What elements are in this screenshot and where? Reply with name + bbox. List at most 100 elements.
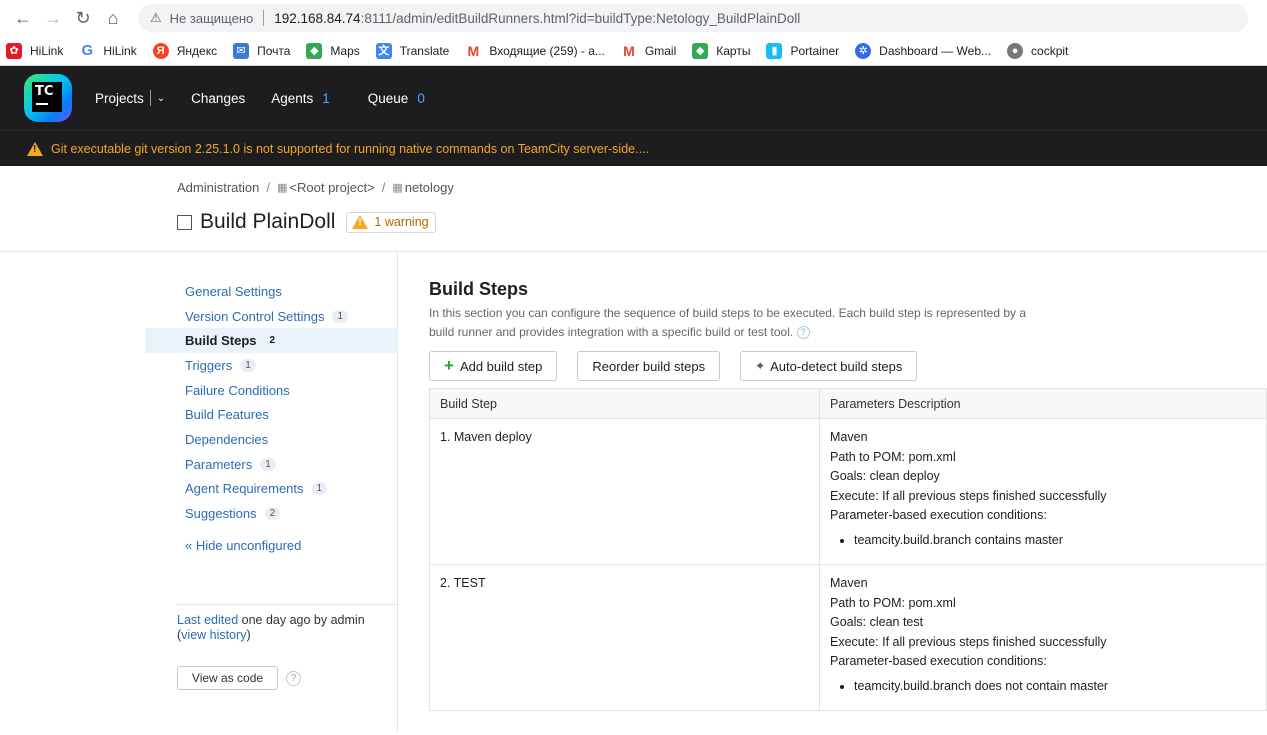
forward-arrow-icon[interactable]: → — [38, 3, 68, 33]
reorder-build-steps-button[interactable]: Reorder build steps — [577, 351, 721, 381]
home-icon[interactable]: ⌂ — [98, 3, 128, 33]
sidebar-item-failure-conditions[interactable]: Failure Conditions — [0, 378, 397, 403]
page-header: Administration / ▦ <Root project> / ▦ ne… — [0, 166, 1267, 252]
server-warning-text: Git executable git version 2.25.1.0 is n… — [51, 141, 649, 156]
huawei-icon: ✿ — [6, 42, 22, 59]
last-edited-text: one day ago by admin — [238, 613, 365, 627]
warning-icon — [27, 141, 43, 156]
build-step-name[interactable]: 2. TEST — [429, 564, 820, 711]
server-warning-banner[interactable]: Git executable git version 2.25.1.0 is n… — [0, 130, 1267, 166]
view-history-link[interactable]: view history — [181, 628, 246, 642]
bookmark-item[interactable]: M Gmail — [620, 42, 676, 59]
nav-projects[interactable]: Projects ⌄ — [95, 90, 165, 106]
parameters-description[interactable]: Maven Path to POM: pom.xml Goals: clean … — [819, 564, 1267, 711]
column-header-build-step: Build Step — [429, 388, 820, 419]
sidebar-item-dependencies[interactable]: Dependencies — [0, 427, 397, 452]
table-header-row: Build Step Parameters Description — [429, 388, 1267, 419]
breadcrumb-administration[interactable]: Administration — [177, 180, 259, 195]
breadcrumb-netology[interactable]: netology — [405, 180, 454, 195]
yandex-icon: Я — [152, 42, 169, 59]
main-content: Build Steps In this section you can conf… — [398, 252, 1267, 732]
sidebar-item-general-settings[interactable]: General Settings — [0, 279, 397, 304]
table-row[interactable]: 1. Maven deploy Maven Path to POM: pom.x… — [429, 418, 1267, 565]
bookmark-item[interactable]: ◆ Карты — [692, 42, 750, 59]
sidebar-item-count: 1 — [240, 358, 256, 372]
browser-toolbar: ← → ↻ ⌂ ⚠ Не защищено 192.168.84.74 :811… — [0, 0, 1267, 36]
bookmark-item[interactable]: ● cockpit — [1007, 42, 1068, 59]
main-nav: Projects ⌄ Changes Agents 1 Queue 0 — [95, 90, 451, 106]
bookmark-item[interactable]: M Входящие (259) - a... — [465, 42, 605, 59]
table-row[interactable]: 2. TEST Maven Path to POM: pom.xml Goals… — [429, 564, 1267, 711]
settings-sidebar: General Settings Version Control Setting… — [0, 252, 398, 732]
execution-condition: teamcity.build.branch contains master — [854, 531, 1256, 550]
dashboard-icon: ✲ — [855, 42, 872, 59]
agents-count: 1 — [322, 90, 330, 106]
auto-detect-build-steps-button[interactable]: ✦ Auto-detect build steps — [740, 351, 918, 381]
project-grid-icon: ▦ — [392, 182, 402, 194]
hide-unconfigured-link[interactable]: « Hide unconfigured — [0, 534, 397, 558]
parameters-description[interactable]: Maven Path to POM: pom.xml Goals: clean … — [819, 418, 1267, 565]
nav-agents[interactable]: Agents 1 — [271, 91, 330, 106]
last-edited-link[interactable]: Last edited — [177, 613, 238, 627]
sidebar-item-count: 1 — [260, 457, 276, 471]
help-icon[interactable]: ? — [286, 670, 301, 686]
build-steps-actions: + Add build step Reorder build steps ✦ Aut… — [429, 351, 937, 381]
bookmark-item[interactable]: ✿ HiLink — [6, 42, 63, 59]
sidebar-item-build-features[interactable]: Build Features — [0, 402, 397, 427]
queue-count: 0 — [417, 90, 425, 106]
maps-icon: ◆ — [692, 42, 709, 59]
address-bar[interactable]: ⚠ Не защищено 192.168.84.74 :8111/admin/… — [138, 4, 1248, 32]
add-build-step-button[interactable]: + Add build step — [429, 351, 558, 381]
teamcity-header: TC Projects ⌄ Changes Agents 1 Queue 0 — [0, 66, 1267, 130]
nav-changes[interactable]: Changes — [191, 91, 245, 106]
sidebar-item-count: 1 — [332, 309, 349, 323]
cockpit-icon: ● — [1007, 42, 1024, 59]
portainer-icon: ▮ — [766, 42, 783, 59]
bookmark-item[interactable]: 文 Translate — [375, 42, 449, 59]
column-header-parameters: Parameters Description — [819, 388, 1267, 419]
insecure-warning-icon: ⚠ — [150, 10, 162, 25]
bookmark-item[interactable]: ✲ Dashboard — Web... — [855, 42, 991, 59]
sidebar-item-suggestions[interactable]: Suggestions 2 — [0, 501, 397, 526]
google-icon: G — [79, 42, 96, 59]
build-step-name[interactable]: 1. Maven deploy — [429, 418, 820, 565]
bookmark-item[interactable]: G HiLink — [79, 42, 137, 59]
sidebar-item-triggers[interactable]: Triggers 1 — [0, 353, 397, 378]
sidebar-item-parameters[interactable]: Parameters 1 — [0, 452, 397, 477]
url-host: 192.168.84.74 — [274, 10, 361, 26]
warning-icon — [352, 215, 369, 229]
help-icon[interactable]: ? — [796, 326, 810, 340]
section-description: In this section you can configure the se… — [429, 306, 1027, 340]
teamcity-logo[interactable]: TC — [24, 74, 72, 122]
view-as-code-row: View as code ? — [177, 666, 301, 690]
gmail-icon: M — [620, 42, 637, 59]
view-as-code-button[interactable]: View as code — [177, 666, 278, 690]
chevron-down-icon[interactable]: ⌄ — [157, 93, 165, 104]
sidebar-item-build-steps[interactable]: Build Steps 2 — [145, 328, 397, 354]
sidebar-item-agent-requirements[interactable]: Agent Requirements 1 — [0, 477, 397, 502]
sidebar-item-count: 2 — [269, 335, 276, 347]
sidebar-item-count: 1 — [311, 482, 328, 496]
warning-badge[interactable]: 1 warning — [346, 211, 436, 233]
content-layout: General Settings Version Control Setting… — [0, 252, 1267, 732]
execution-condition: teamcity.build.branch does not contain m… — [854, 677, 1256, 696]
page-title-row: Build PlainDoll 1 warning — [177, 210, 436, 234]
sidebar-item-vcs-settings[interactable]: Version Control Settings 1 — [0, 304, 397, 329]
sidebar-item-count: 2 — [264, 507, 281, 521]
nav-queue[interactable]: Queue 0 — [368, 91, 425, 106]
page-title: Build PlainDoll — [200, 210, 336, 233]
project-grid-icon: ▦ — [277, 182, 287, 194]
breadcrumb-root-project[interactable]: <Root project> — [289, 180, 374, 195]
insecure-label: Не защищено — [169, 10, 254, 26]
translate-icon: 文 — [375, 42, 392, 59]
back-arrow-icon[interactable]: ← — [8, 3, 38, 33]
plus-icon: + — [444, 356, 454, 375]
build-config-icon — [177, 214, 192, 230]
bookmark-item[interactable]: ✉ Почта — [233, 42, 290, 59]
bookmark-item[interactable]: ▮ Portainer — [766, 42, 839, 59]
bookmark-item[interactable]: Я Яндекс — [152, 42, 217, 59]
reload-icon[interactable]: ↻ — [68, 3, 98, 33]
build-steps-table: Build Step Parameters Description 1. Mav… — [429, 388, 1267, 711]
bookmark-item[interactable]: ◆ Maps — [306, 42, 360, 59]
sidebar-menu: General Settings Version Control Setting… — [0, 279, 397, 558]
